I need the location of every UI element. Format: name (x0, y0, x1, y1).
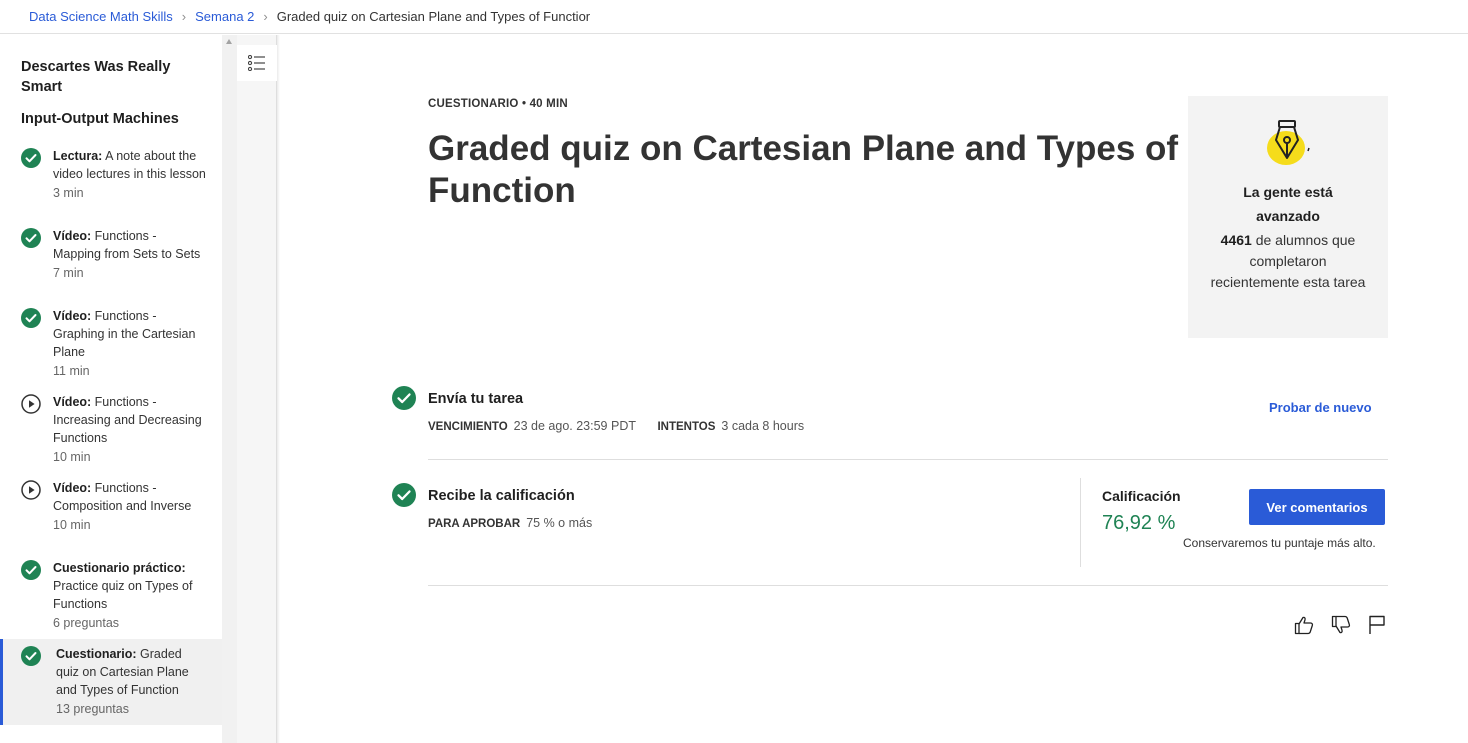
breadcrumb: Data Science Math Skills › Semana 2 › Gr… (0, 0, 1468, 34)
sidebar-item-meta: 3 min (53, 186, 84, 200)
vertical-divider (1080, 478, 1081, 567)
stats-heading: La gente está avanzado (1243, 184, 1333, 224)
sidebar-item-graded-quiz[interactable]: Cuestionario: Graded quiz on Cartesian P… (0, 639, 222, 725)
sidebar-item-video-composition[interactable]: Vídeo: Functions - Composition and Inver… (0, 473, 222, 553)
chevron-right-icon: › (181, 9, 187, 24)
check-circle-icon (21, 148, 41, 168)
stats-body: 4461 de alumnos que completaron reciente… (1210, 232, 1366, 290)
sidebar-item-meta: 13 preguntas (56, 702, 129, 716)
check-circle-icon (392, 483, 416, 507)
due-label: VENCIMIENTO (428, 421, 508, 433)
sidebar-item-reading-note[interactable]: Lectura: A note about the video lectures… (0, 141, 222, 221)
check-circle-icon (21, 560, 41, 580)
grade-step-title: Recibe la calificación (428, 488, 575, 504)
flag-icon[interactable] (1366, 614, 1388, 636)
divider (428, 459, 1388, 460)
sidebar-item-meta: 11 min (53, 364, 90, 378)
check-circle-icon (21, 308, 41, 328)
attempts-value: 3 cada 8 hours (721, 419, 805, 433)
grade-note: Conservaremos tu puntaje más alto. (1183, 536, 1376, 550)
item-type-eyebrow: CUESTIONARIO • 40 MIN (428, 98, 568, 110)
page-title: Graded quiz on Cartesian Plane and Types… (428, 129, 1179, 210)
sidebar-item-meta: 10 min (53, 518, 91, 532)
play-circle-icon (21, 394, 41, 414)
breadcrumb-week-link[interactable]: Semana 2 (195, 9, 254, 24)
breadcrumb-course-link[interactable]: Data Science Math Skills (29, 9, 173, 24)
section-title: Descartes Was Really Smart (21, 59, 171, 95)
sidebar-item-label: Lectura: A note about the video lectures… (53, 149, 206, 181)
grade-label: Calificación (1102, 488, 1181, 504)
breadcrumb-current: Graded quiz on Cartesian Plane and Types… (276, 9, 591, 24)
sidebar-item-meta: 10 min (53, 450, 91, 464)
pass-label: PARA APROBAR (428, 518, 521, 530)
lesson-title: Input-Output Machines (21, 111, 179, 127)
sidebar-item-label: Vídeo: Functions - Increasing and Decrea… (53, 395, 202, 445)
submit-step-meta: VENCIMIENTO 23 de ago. 23:59 PDT INTENTOS… (428, 419, 822, 433)
sidebar-item-label: Vídeo: Functions - Mapping from Sets to … (53, 229, 201, 261)
sidebar-item-label: Cuestionario práctico: Practice quiz on … (53, 561, 193, 611)
sidebar-item-label: Cuestionario: Graded quiz on Cartesian P… (56, 647, 189, 697)
view-feedback-button[interactable]: Ver comentarios (1249, 489, 1385, 525)
check-circle-icon (21, 646, 41, 666)
sidebar-item-practice-quiz[interactable]: Cuestionario práctico: Practice quiz on … (0, 553, 222, 639)
check-circle-icon (21, 228, 41, 248)
sidebar-item-meta: 6 preguntas (53, 616, 120, 630)
progress-stats-card: La gente está avanzado 4461 de alumnos q… (1188, 96, 1388, 338)
thumbs-up-icon[interactable] (1293, 614, 1315, 636)
scroll-up-arrow-icon[interactable] (226, 39, 232, 44)
course-outline-sidebar: Descartes Was Really Smart Input-Output … (0, 35, 222, 743)
sidebar-item-label: Vídeo: Functions - Graphing in the Carte… (53, 309, 196, 359)
pen-nib-icon (1267, 120, 1310, 165)
due-value: 23 de ago. 23:59 PDT (513, 419, 636, 433)
sidebar-item-label: Vídeo: Functions - Composition and Inver… (53, 481, 192, 513)
sidebar-item-video-increasing[interactable]: Vídeo: Functions - Increasing and Decrea… (0, 387, 222, 473)
sidebar-item-video-mapping[interactable]: Vídeo: Functions - Mapping from Sets to … (0, 221, 222, 301)
retry-link[interactable]: Probar de nuevo (1269, 400, 1372, 415)
sidebar-item-meta: 7 min (53, 266, 84, 280)
sidebar-scrollbar[interactable] (222, 35, 237, 743)
attempts-label: INTENTOS (657, 421, 716, 433)
pass-value: 75 % o más (526, 516, 593, 530)
play-circle-icon (21, 480, 41, 500)
outline-toggle-column (237, 35, 277, 743)
outline-toggle-button[interactable] (237, 45, 277, 81)
submit-step-title: Envía tu tarea (428, 391, 524, 407)
learner-count: 4461 (1220, 232, 1252, 248)
content-divider (277, 35, 280, 743)
grade-step-meta: PARA APROBAR 75 % o más (428, 516, 610, 530)
outline-toggle-icon (248, 55, 265, 71)
divider (428, 585, 1388, 586)
check-circle-icon (392, 386, 416, 410)
sidebar-item-video-graphing[interactable]: Vídeo: Functions - Graphing in the Carte… (0, 301, 222, 387)
grade-value: 76,92 % (1102, 512, 1176, 534)
thumbs-down-icon[interactable] (1330, 614, 1352, 636)
chevron-right-icon: › (263, 9, 268, 24)
